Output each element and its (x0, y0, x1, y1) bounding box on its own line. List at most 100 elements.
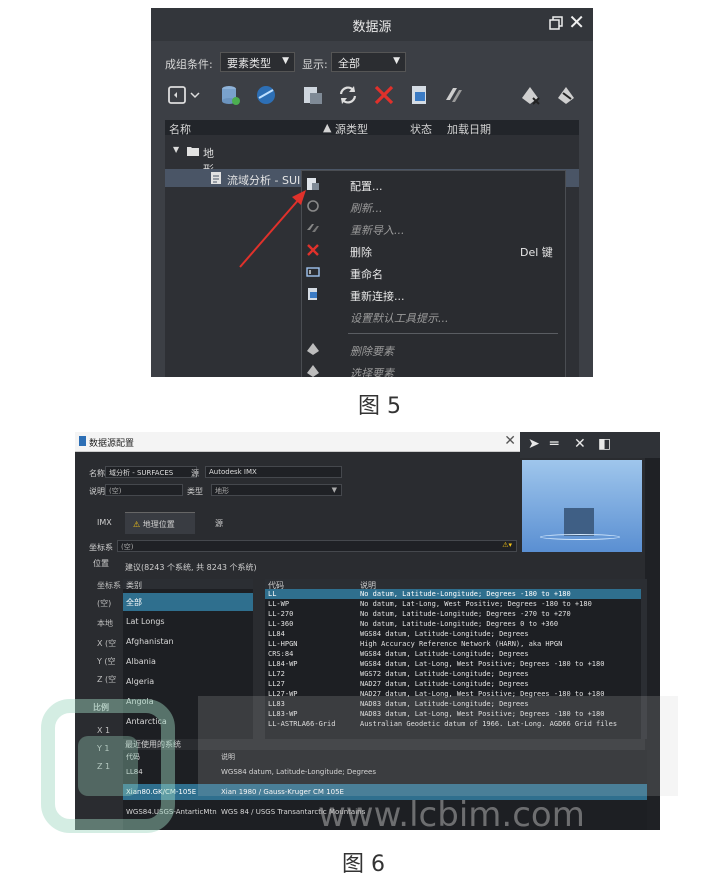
menu-item-rename[interactable]: 重命名 (302, 262, 567, 284)
left-label: Z 1 (97, 762, 111, 771)
delete-feature-icon[interactable] (519, 84, 541, 106)
chevron-down-icon: ▼ (393, 56, 400, 66)
menu-item-configure[interactable]: 配置... (302, 174, 567, 196)
table-row[interactable]: LL-270 No datum, Latitude-Longitude; Degr… (265, 609, 647, 619)
panel-icon[interactable]: ◧ (598, 436, 611, 452)
app-icon (79, 436, 86, 446)
table-row[interactable]: LL No datum, Latitude-Longitude; Degrees … (265, 589, 647, 599)
position-label: 位置 (93, 559, 109, 568)
list-item[interactable]: Albania (123, 653, 253, 671)
table-row[interactable]: WGS84.USGS-AntarticMtn WGS 84 / USGS Tran… (123, 804, 647, 820)
menu-item-reconnect[interactable]: 重新连接... (302, 284, 567, 306)
table-row[interactable]: LL83-WP NAD83 datum, Lat-Long, West Posit… (265, 709, 647, 719)
column-header: 名称 ▲ 源类型 状态 加载日期 (165, 120, 579, 136)
table-row[interactable]: LL27-WP NAD27 datum, Lat-Long, West Posit… (265, 689, 647, 699)
globe-tool-icon[interactable] (255, 84, 277, 106)
add-source-icon[interactable] (167, 84, 201, 106)
menu-item-default-tooltip[interactable]: 设置默认工具提示... (302, 306, 567, 328)
restore-icon[interactable] (549, 16, 563, 30)
description-field[interactable]: (空) (105, 484, 183, 496)
panel-title: 数据源 (352, 20, 392, 35)
table-row[interactable]: LL83 NAD83 datum, Latitude-Longitude; Deg… (265, 699, 647, 709)
context-menu: 配置... 刷新... 重新导入... 删除 Del 键 重命名 重新连接...… (301, 170, 566, 377)
app-toolbar: ➤ ═ ✕ ◧ (520, 432, 660, 458)
crs-row: 坐标系 (空) ⚠▾ (89, 540, 519, 553)
crs-value: (空) (121, 543, 134, 551)
crs-field[interactable]: (空) ⚠▾ (117, 540, 517, 552)
reconnect-icon (308, 288, 317, 300)
tab-geolocation[interactable]: ⚠ 地理位置 (125, 512, 195, 534)
left-label: Y (空 (97, 657, 116, 666)
table-row[interactable]: CRS:84 WGS84 datum, Latitude-Longitude; D… (265, 649, 647, 659)
type-dropdown[interactable]: 地形 ▼ (211, 484, 342, 496)
left-label: X (空 (97, 639, 117, 648)
menu-item-delete[interactable]: 删除 Del 键 (302, 240, 567, 262)
model-block (564, 508, 594, 536)
table-header: 代码 说明 (265, 579, 647, 590)
menu-item-refresh[interactable]: 刷新... (302, 196, 567, 218)
list-item[interactable]: Antarctica (123, 713, 253, 731)
data-source-config-dialog: 数据源配置 ✕ ➤ ═ ✕ ◧ 名称 域分析 - SURFACES 源 Auto… (75, 432, 660, 830)
table-row[interactable]: LL-WP No datum, Lat-Long, West Positive; … (265, 599, 647, 609)
table-row[interactable]: LL-ASTRLA66-Grid Australian Geodetic datu… (265, 719, 647, 729)
side-strip (645, 458, 660, 830)
scale-label: 比例 (93, 703, 109, 712)
measure-icon[interactable]: ═ (550, 436, 558, 452)
table-row[interactable]: LL84-WP WGS84 datum, Lat-Long, West Posit… (265, 659, 647, 669)
table-row[interactable]: LL84 WGS84 datum, Latitude-Longitude; Deg… (265, 629, 647, 639)
name-field[interactable]: 域分析 - SURFACES (105, 466, 197, 478)
table-row[interactable]: LL84 WGS84 datum, Latitude-Longitude; Deg… (123, 764, 647, 780)
tooltip-settings-icon[interactable] (443, 84, 465, 106)
group-label: 成组条件: (165, 58, 213, 71)
close-icon[interactable]: ✕ (568, 12, 585, 32)
close-icon[interactable]: ✕ (504, 433, 516, 449)
menu-item-reimport[interactable]: 重新导入... (302, 218, 567, 240)
data-source-panel: 数据源 ✕ 成组条件: 要素类型 ▼ 显示: 全部 ▼ 名称 ▲ 源类型 状态 … (151, 8, 593, 377)
name-label: 名称 (89, 469, 105, 478)
group-dropdown[interactable]: 要素类型 ▼ (220, 52, 295, 72)
table-row[interactable]: LL-360 No datum, Latitude-Longitude; Degr… (265, 619, 647, 629)
shortcut-key: Del 键 (520, 246, 553, 259)
menu-item-select-feature[interactable]: 选择要素 (302, 361, 567, 377)
table-row[interactable]: LL-HPGN High Accuracy Reference Network (… (265, 639, 647, 649)
scrollbar[interactable] (641, 589, 647, 739)
type-label: 类型 (187, 487, 203, 496)
crs-label: 坐标系 (89, 543, 113, 552)
connect-source-icon[interactable] (302, 84, 324, 106)
table-row[interactable]: LL27 NAD27 datum, Latitude-Longitude; Deg… (265, 679, 647, 689)
reconnect-icon[interactable] (409, 84, 431, 106)
list-item[interactable]: Lat Longs (123, 613, 253, 631)
list-item[interactable]: Algeria (123, 673, 253, 691)
show-value: 全部 (338, 57, 360, 70)
list-item[interactable]: 全部 (123, 593, 253, 611)
list-item[interactable]: Afghanistan (123, 633, 253, 651)
tools-icon[interactable]: ✕ (574, 436, 586, 452)
show-label: 显示: (302, 58, 328, 71)
table-header: 代码 说明 (126, 753, 235, 761)
chevron-down-icon: ▼ (331, 486, 337, 494)
database-add-icon[interactable] (219, 84, 241, 106)
list-item[interactable]: Angola (123, 693, 253, 711)
warning-icon: ⚠▾ (502, 541, 512, 549)
dialog-title: 数据源配置 (89, 439, 135, 449)
3d-viewport[interactable] (522, 460, 642, 552)
pointer-icon[interactable]: ➤ (528, 436, 540, 452)
figure-caption: 图 6 (342, 852, 385, 877)
panel-titlebar: 数据源 ✕ (151, 8, 593, 41)
delete-icon[interactable] (373, 84, 395, 106)
tab-imx[interactable]: IMX (89, 512, 120, 534)
chevron-down-icon[interactable]: ▼ (173, 145, 179, 154)
warning-icon: ⚠ (133, 520, 141, 529)
left-label: Y 1 (97, 744, 110, 753)
recent-systems-table: 代码 说明 LL84 WGS84 datum, Latitude-Longitud… (123, 750, 647, 830)
refresh-icon[interactable] (337, 84, 359, 106)
tab-source[interactable]: 源 (207, 512, 231, 534)
left-label: 坐标系 (97, 581, 121, 590)
select-feature-icon[interactable] (555, 84, 577, 106)
show-dropdown[interactable]: 全部 ▼ (331, 52, 406, 72)
table-row[interactable]: LL72 WGS72 datum, Latitude-Longitude; Deg… (265, 669, 647, 679)
table-row[interactable]: Xian80.GK/CM-105E Xian 1980 / Gauss-Kruge… (123, 784, 647, 800)
menu-item-delete-feature[interactable]: 删除要素 (302, 339, 567, 361)
document-icon (211, 172, 221, 184)
left-label: X 1 (97, 726, 111, 735)
